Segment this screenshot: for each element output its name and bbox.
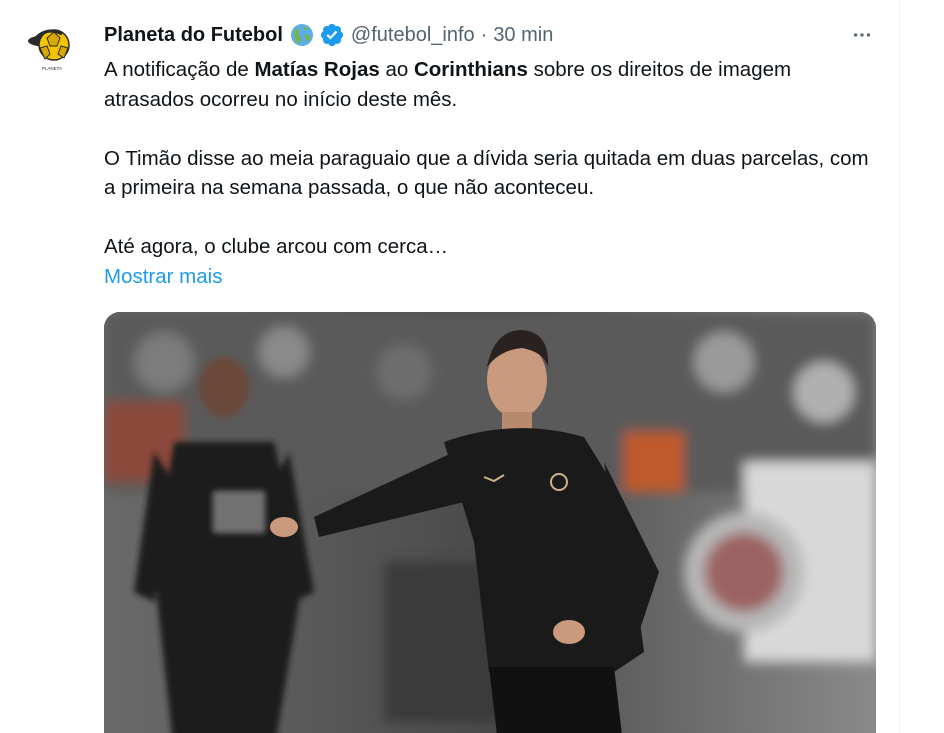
bold-player-name: Matías Rojas [254, 58, 380, 81]
tweet-paragraph-3: Até agora, o clube arcou com cerca… [104, 235, 449, 258]
globe-americas-icon [289, 22, 315, 48]
football-player-photo [104, 312, 876, 733]
verified-badge-icon [319, 22, 345, 48]
author-handle[interactable]: @futebol_info [351, 24, 475, 47]
tweet-header: Planeta do Futebol @futebol_info · 30 mi… [104, 20, 553, 50]
show-more-link[interactable]: Mostrar mais [104, 265, 222, 288]
more-button[interactable] [842, 20, 882, 50]
planeta-do-futebol-logo-icon: PLANETA [24, 20, 80, 76]
text-span: ao [379, 58, 414, 81]
tweet-text: A notificação de Matías Rojas ao Corinth… [104, 55, 884, 291]
more-icon [853, 33, 871, 37]
bold-club-name: Corinthians [413, 58, 528, 81]
separator-dot: · [480, 23, 488, 46]
avatar[interactable]: PLANETA [24, 20, 80, 76]
author-name[interactable]: Planeta do Futebol [104, 24, 283, 47]
tweet-paragraph-1: A notificação de Matías Rojas ao Corinth… [104, 55, 884, 114]
svg-text:PLANETA: PLANETA [42, 66, 62, 71]
text-span: A notificação de [104, 58, 255, 81]
timestamp[interactable]: 30 min [493, 24, 553, 47]
tweet-photo[interactable] [104, 312, 876, 733]
column-divider [899, 0, 900, 733]
tweet-paragraph-2: O Timão disse ao meia paraguaio que a dí… [104, 146, 869, 200]
tweet-page: PLANETA Planeta do Futebol @futebol_info… [0, 0, 944, 733]
